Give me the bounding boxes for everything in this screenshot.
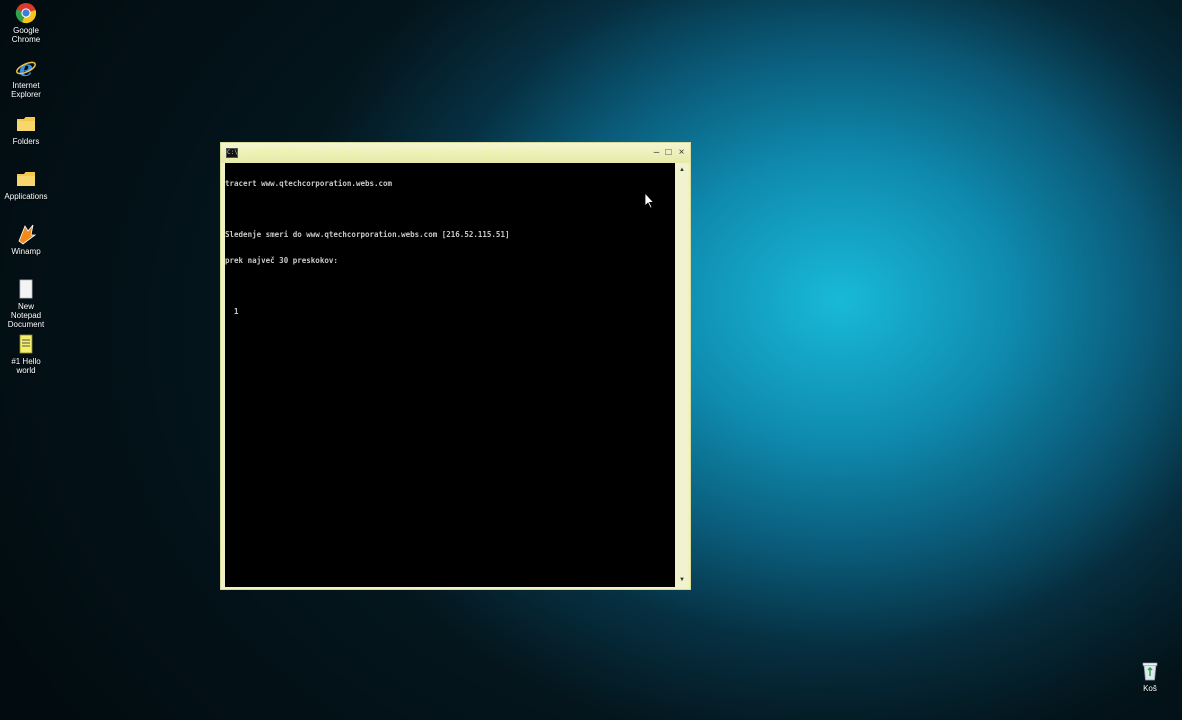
desktop-icon-label: Google Chrome — [11, 26, 41, 44]
mouse-pointer-icon — [645, 193, 655, 209]
scroll-up-arrow[interactable]: ▲ — [676, 165, 688, 175]
desktop-icon-label: Folders — [12, 137, 40, 146]
desktop-icon-label: Internet Explorer — [11, 81, 41, 99]
window-title: C:\WINDOWS\system32\cmd.exe - tracert ww… — [243, 148, 546, 158]
close-button[interactable]: × — [676, 147, 687, 158]
notepad-document-icon — [19, 279, 33, 299]
desktop-icon-label: New Notepad Document — [7, 302, 45, 329]
desktop-icon-new-notepad-document[interactable]: New Notepad Document — [2, 278, 50, 329]
vertical-scrollbar[interactable]: ▲ ▼ — [676, 163, 688, 587]
console-output[interactable]: tracert www.qtechcorporation.webs.com Sl… — [225, 163, 675, 587]
svg-text:e: e — [19, 57, 33, 79]
console-line: Sledenje smeri do www.qtechcorporation.w… — [225, 230, 510, 239]
desktop-icon-label: Winamp — [11, 247, 41, 256]
desktop-icon-applications[interactable]: Applications — [2, 168, 50, 201]
text-file-icon — [19, 334, 33, 354]
desktop-icon-folders[interactable]: Folders — [2, 113, 50, 146]
window-titlebar[interactable]: C:\ C:\WINDOWS\system32\cmd.exe - tracer… — [221, 143, 690, 163]
chrome-icon — [15, 3, 37, 24]
desktop-icon-label: Applications — [4, 192, 48, 201]
winamp-icon — [18, 224, 37, 245]
desktop-icon-google-chrome[interactable]: Google Chrome — [2, 2, 50, 44]
folder-icon — [17, 117, 35, 131]
desktop-icon-internet-explorer[interactable]: e Internet Explorer — [2, 57, 50, 99]
console-line: tracert www.qtechcorporation.webs.com — [225, 179, 393, 188]
console-line: prek največ 30 preskokov: — [225, 255, 338, 265]
desktop-icon-recycle-bin[interactable]: Koš — [1126, 660, 1174, 693]
desktop-icon-label: Koš — [1143, 684, 1157, 693]
cmd-window[interactable]: C:\ C:\WINDOWS\system32\cmd.exe - tracer… — [220, 142, 691, 590]
scroll-down-arrow[interactable]: ▼ — [676, 575, 688, 585]
maximize-button[interactable]: □ — [663, 147, 674, 158]
desktop-icon-winamp[interactable]: Winamp — [2, 223, 50, 256]
desktop-icon-label: #1 Hello world — [11, 357, 41, 375]
minimize-button[interactable]: – — [651, 147, 662, 158]
desktop-icon-hello-world[interactable]: #1 Hello world — [2, 333, 50, 375]
console-line: 1 — [225, 306, 239, 316]
cmd-app-icon: C:\ — [226, 148, 238, 158]
recycle-bin-icon — [1142, 662, 1158, 681]
internet-explorer-icon: e — [16, 57, 36, 79]
folder-icon — [17, 172, 35, 186]
